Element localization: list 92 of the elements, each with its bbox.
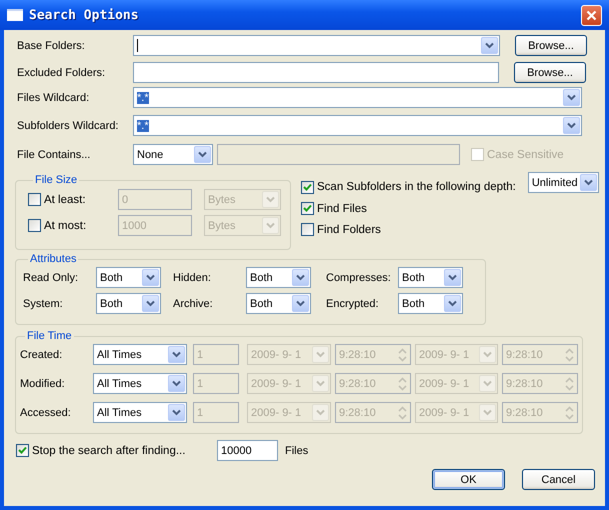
dropdown[interactable]: Unlimited	[528, 172, 599, 193]
checkbox-label: At most:	[44, 220, 86, 232]
dropdown[interactable]: Both	[96, 293, 161, 314]
browse-button[interactable]: Browse...	[514, 62, 586, 83]
field-label: Archive:	[172, 298, 214, 310]
field-label: System:	[23, 298, 64, 310]
group-title: File Size	[34, 174, 78, 186]
dropdown-button[interactable]	[563, 89, 580, 106]
spinner-arrows-icon	[398, 406, 407, 420]
dropdown[interactable]: Both	[398, 267, 463, 288]
dropdown[interactable]: Both	[398, 293, 463, 314]
chevron-down-icon	[483, 351, 492, 358]
dropdown[interactable]: *.*	[133, 87, 582, 108]
unit-label: Files	[285, 444, 308, 456]
chevron-down-icon	[316, 351, 325, 358]
checkbox-label: At least:	[44, 194, 86, 206]
checkbox[interactable]	[301, 202, 314, 215]
dropdown-button[interactable]	[142, 269, 159, 286]
field-label: Subfolders Wildcard:	[16, 120, 120, 132]
field-label: Created:	[20, 348, 64, 360]
field-label: Compresses:	[325, 272, 392, 284]
spinner-arrows-icon	[565, 348, 574, 362]
dropdown-button[interactable]	[292, 269, 309, 286]
dropdown[interactable]: Both	[246, 267, 311, 288]
dropdown-button[interactable]	[444, 295, 461, 312]
dropdown-button[interactable]	[292, 295, 309, 312]
chevron-down-icon	[483, 380, 492, 387]
chevron-down-icon	[172, 380, 181, 387]
chevron-down-icon	[316, 380, 325, 387]
dropdown-button[interactable]	[580, 174, 597, 191]
dropdown-button[interactable]	[168, 346, 185, 363]
dropdown[interactable]: Both	[96, 267, 161, 288]
checkbox-label: Case Sensitive	[487, 148, 564, 160]
dropdown-button[interactable]	[142, 295, 159, 312]
chevron-down-icon	[567, 94, 576, 101]
dropdown-button[interactable]	[444, 269, 461, 286]
dropdown[interactable]: None	[133, 144, 213, 165]
spinner-arrows-icon	[565, 406, 574, 420]
dropdown-button[interactable]	[481, 37, 498, 54]
chevron-down-icon	[198, 151, 207, 158]
window-title: Search Options	[29, 8, 140, 22]
checkbox-label: Scan Subfolders in the following depth:	[317, 181, 516, 193]
chevron-down-icon	[448, 274, 457, 281]
close-button[interactable]	[581, 4, 602, 26]
checkbox-label: Find Files	[317, 202, 367, 214]
chevron-down-icon	[266, 222, 275, 229]
chevron-down-icon	[567, 122, 576, 129]
dropdown-button[interactable]	[194, 146, 211, 163]
dialog-button[interactable]: Cancel	[522, 469, 595, 490]
field-label: File Contains...	[16, 148, 92, 160]
field-label: Read Only:	[23, 272, 80, 284]
dropdown-button[interactable]	[168, 375, 185, 392]
field-label: Base Folders:	[16, 40, 86, 52]
dropdown-button[interactable]	[168, 404, 185, 421]
field-label: Files Wildcard:	[16, 92, 90, 104]
chevron-down-icon	[266, 196, 275, 203]
chevron-down-icon	[448, 300, 457, 307]
spinner-arrows-icon	[565, 376, 574, 390]
chevron-down-icon	[316, 409, 325, 416]
dropdown[interactable]	[133, 35, 500, 56]
input-field[interactable]: 10000	[217, 440, 278, 461]
field-label: Accessed:	[20, 406, 72, 418]
chevron-down-icon	[172, 351, 181, 358]
dialog-button[interactable]: OK	[432, 469, 505, 490]
field-label: Hidden:	[172, 272, 212, 284]
chevron-down-icon	[485, 42, 494, 49]
group-title: File Time	[26, 330, 73, 342]
chevron-down-icon	[483, 409, 492, 416]
group-title: Attributes	[29, 253, 78, 265]
input-field[interactable]	[133, 62, 499, 83]
chevron-down-icon	[146, 274, 155, 281]
field-label: Encrypted:	[325, 298, 380, 310]
dropdown[interactable]: *.*	[133, 115, 582, 136]
window-icon	[7, 9, 23, 21]
close-icon	[586, 10, 597, 20]
spinner-arrows-icon	[398, 348, 407, 362]
checkbox[interactable]	[16, 444, 29, 457]
field-label: Excluded Folders:	[16, 66, 106, 78]
chevron-down-icon	[146, 300, 155, 307]
chevron-down-icon	[296, 274, 305, 281]
checkbox[interactable]	[301, 180, 314, 194]
dropdown[interactable]: Both	[246, 293, 311, 314]
field-label: Modified:	[20, 378, 66, 390]
browse-button[interactable]: Browse...	[515, 35, 587, 56]
checkbox-label: Find Folders	[317, 224, 381, 236]
chevron-down-icon	[584, 179, 593, 186]
spinner-arrows-icon	[398, 376, 407, 390]
chevron-down-icon	[172, 409, 181, 416]
dropdown-button[interactable]	[563, 117, 580, 134]
checkbox[interactable]	[301, 223, 314, 236]
chevron-down-icon	[296, 300, 305, 307]
checkbox-label: Stop the search after finding...	[32, 444, 186, 456]
